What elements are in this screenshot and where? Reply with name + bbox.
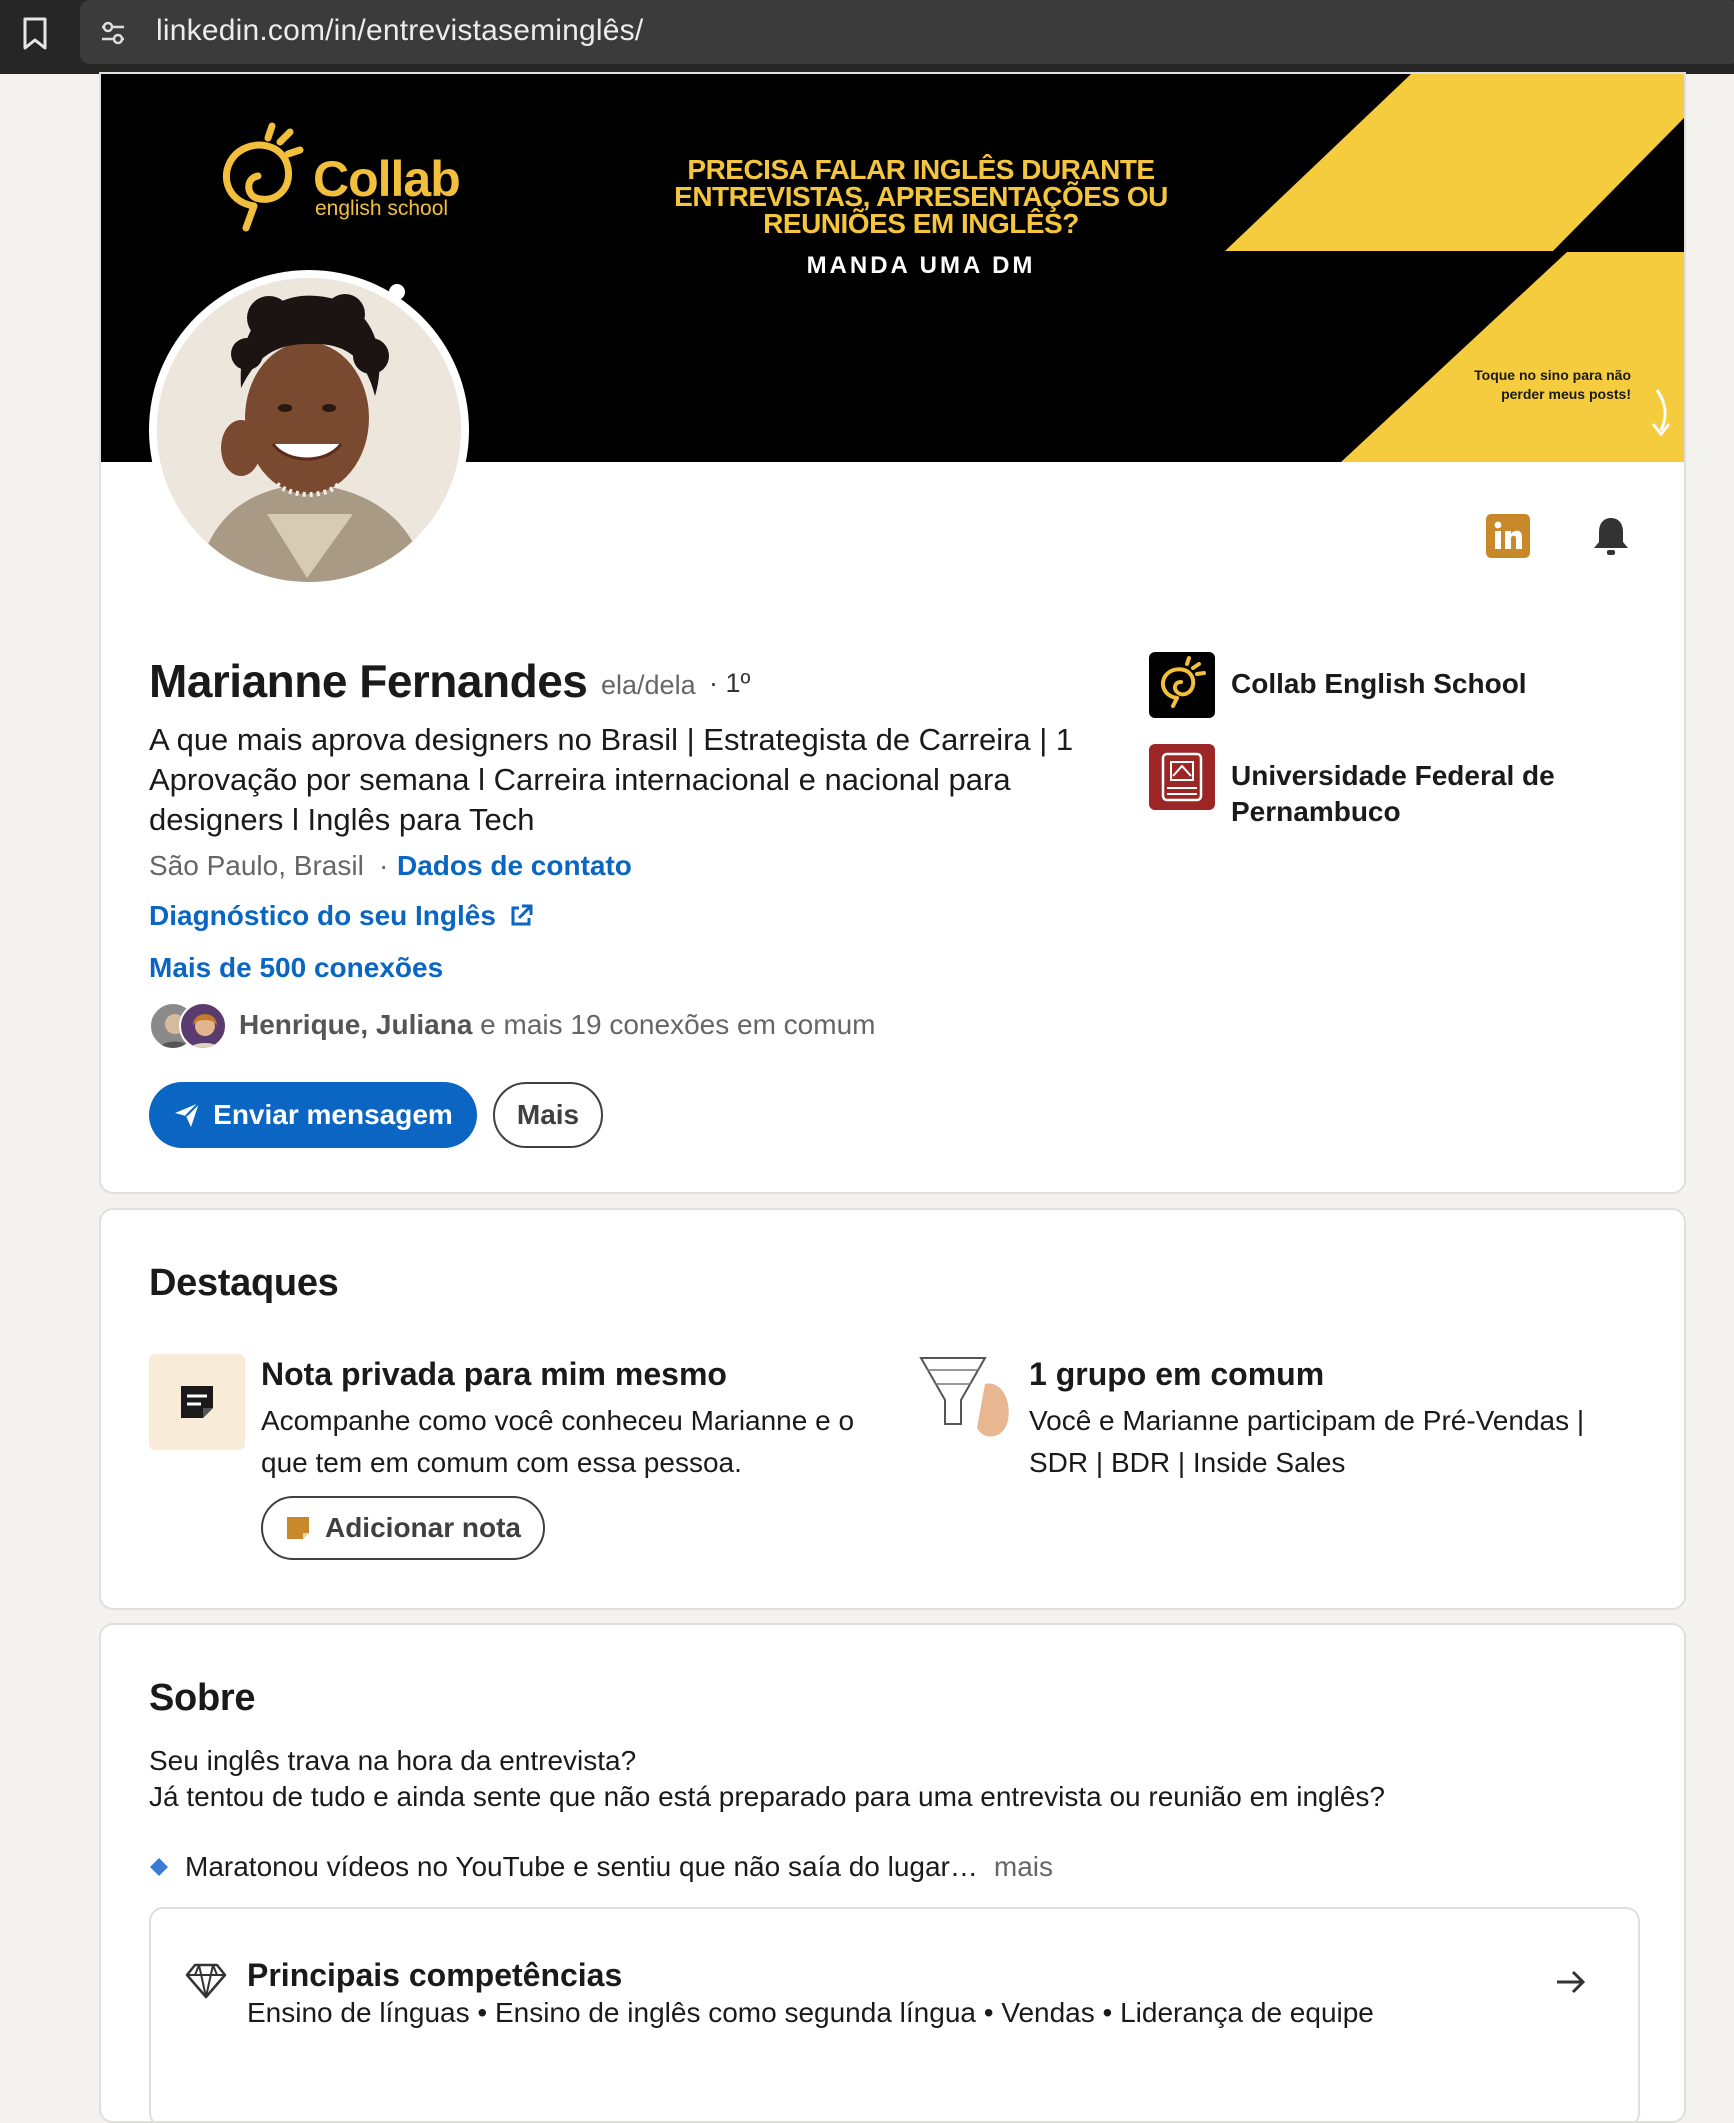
website-link-label: Diagnóstico do seu Inglês bbox=[149, 900, 496, 931]
org-name: Collab English School bbox=[1231, 668, 1527, 699]
profile-headline: A que mais aprova designers no Brasil | … bbox=[149, 722, 1074, 837]
group-description: Você e Marianne participam de Pré-Vendas… bbox=[1029, 1405, 1585, 1478]
url-text[interactable]: linkedin.com/in/entrevistaseminglês/ bbox=[156, 14, 643, 48]
add-note-label: Adicionar nota bbox=[324, 1512, 521, 1543]
mutual-names: Henrique, Juliana bbox=[239, 1009, 473, 1040]
profile-location: São Paulo, Brasil bbox=[149, 850, 364, 881]
profile-name: Marianne Fernandes bbox=[149, 655, 588, 707]
browser-toolbar: linkedin.com/in/entrevistaseminglês/ bbox=[0, 0, 1734, 74]
org-item-ufpe[interactable]: Universidade Federal de Pernambuco bbox=[1149, 744, 1591, 830]
about-title: Sobre bbox=[149, 1677, 256, 1719]
highlights-card: Destaques Nota privada para mim mesmo Ac… bbox=[99, 1208, 1686, 1610]
group-image[interactable] bbox=[913, 1344, 1017, 1448]
diamond-icon bbox=[185, 1959, 227, 2001]
website-link[interactable]: Diagnóstico do seu Inglês bbox=[149, 900, 534, 932]
profile-pronouns: ela/dela bbox=[601, 670, 696, 700]
about-card: Sobre Seu inglês trava na hora da entrev… bbox=[99, 1623, 1686, 2123]
add-note-button[interactable]: Adicionar nota bbox=[261, 1496, 545, 1560]
about-bullet: Maratonou vídeos no YouTube e sentiu que… bbox=[149, 1851, 1053, 1883]
arrow-right-icon[interactable] bbox=[1553, 1967, 1589, 1997]
about-bullet-text: Maratonou vídeos no YouTube e sentiu que… bbox=[185, 1851, 978, 1882]
mutual-connections-text[interactable]: Henrique, Juliana e mais 19 conexões em … bbox=[239, 1009, 875, 1041]
more-button[interactable]: Mais bbox=[493, 1082, 603, 1148]
send-icon bbox=[175, 1102, 200, 1127]
bookmark-icon[interactable] bbox=[18, 14, 52, 54]
mutual-avatars[interactable] bbox=[149, 1002, 231, 1050]
about-more-link[interactable]: mais bbox=[994, 1851, 1053, 1883]
skills-list: Ensino de línguas • Ensino de inglês com… bbox=[247, 1997, 1374, 2028]
note-small-icon bbox=[286, 1517, 309, 1539]
profile-top-card: Collab english school PRECISA FALAR INGL… bbox=[99, 72, 1686, 1194]
linkedin-logo-icon[interactable] bbox=[1486, 514, 1530, 558]
collab-logo-icon bbox=[1149, 652, 1215, 718]
site-settings-icon[interactable] bbox=[98, 18, 128, 48]
highlights-title: Destaques bbox=[149, 1262, 339, 1304]
banner-headline: PRECISA FALAR INGLÊS DURANTE ENTREVISTAS… bbox=[674, 154, 1168, 239]
blue-diamond-icon bbox=[150, 1858, 168, 1876]
banner-bell-note: Toque no sino para não perder meus posts… bbox=[1474, 367, 1631, 402]
note-description: Acompanhe como você conheceu Marianne e … bbox=[261, 1405, 855, 1478]
connection-degree: · 1º bbox=[709, 668, 751, 698]
about-line-2: Já tentou de tudo e ainda sente que não … bbox=[149, 1781, 1385, 1812]
skills-title: Principais competências bbox=[247, 1957, 623, 1993]
about-line-1: Seu inglês trava na hora da entrevista? bbox=[149, 1745, 637, 1776]
note-title: Nota privada para mim mesmo bbox=[261, 1356, 727, 1392]
profile-avatar[interactable] bbox=[157, 278, 461, 582]
mutual-avatar bbox=[179, 1002, 227, 1050]
ufpe-logo-icon bbox=[1149, 744, 1215, 810]
top-skills-box[interactable]: Principais competências Ensino de língua… bbox=[149, 1907, 1640, 2121]
group-title[interactable]: 1 grupo em comum bbox=[1029, 1356, 1324, 1393]
contact-info-link[interactable]: Dados de contato bbox=[397, 850, 632, 882]
connections-link[interactable]: Mais de 500 conexões bbox=[149, 952, 443, 984]
mutual-rest: e mais 19 conexões em comum bbox=[472, 1009, 876, 1040]
org-name: Universidade Federal de Pernambuco bbox=[1231, 760, 1555, 827]
banner-cta: MANDA UMA DM bbox=[806, 252, 1036, 279]
send-message-button[interactable]: Enviar mensagem bbox=[149, 1082, 477, 1148]
bell-icon[interactable] bbox=[1589, 514, 1633, 558]
note-icon bbox=[149, 1354, 245, 1450]
brand-subtitle: english school bbox=[315, 197, 449, 220]
address-bar[interactable]: linkedin.com/in/entrevistaseminglês/ bbox=[80, 0, 1734, 64]
external-link-icon bbox=[511, 904, 533, 926]
send-message-label: Enviar mensagem bbox=[213, 1099, 453, 1130]
org-item-collab[interactable]: Collab English School bbox=[1149, 652, 1591, 718]
contact-separator: · bbox=[379, 850, 389, 881]
